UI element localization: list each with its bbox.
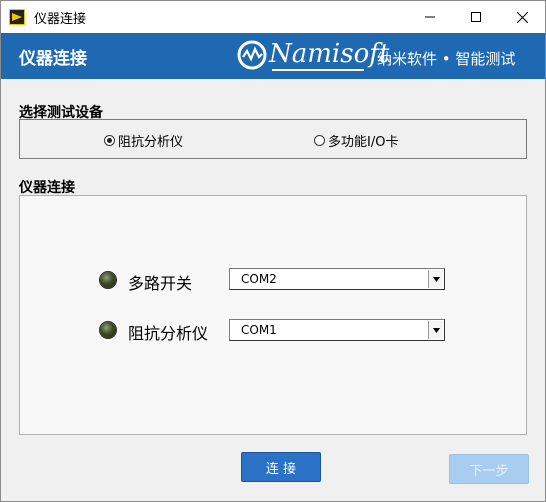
maximize-icon	[471, 12, 481, 22]
namisoft-logo-icon	[237, 40, 267, 70]
analyzer-port-value: COM1	[241, 323, 277, 337]
radio-io-card[interactable]: 多功能I/O卡	[314, 131, 398, 150]
brand-tagline: 纳米软件 • 智能测试	[377, 50, 516, 68]
radio-indicator	[314, 135, 325, 146]
next-button[interactable]: 下一步	[449, 454, 529, 484]
switch-port-select[interactable]: COM2	[229, 268, 445, 290]
minimize-button[interactable]	[407, 1, 453, 33]
labview-app-icon	[9, 9, 25, 25]
connection-label: 仪器连接	[19, 180, 75, 196]
status-led-switch	[100, 272, 116, 288]
status-led-analyzer	[100, 322, 116, 338]
radio-indicator	[104, 135, 115, 146]
device-select-group: 阻抗分析仪 多功能I/O卡	[19, 119, 527, 159]
window-title: 仪器连接	[34, 12, 87, 27]
maximize-button[interactable]	[453, 1, 499, 33]
switch-port-value: COM2	[241, 272, 277, 286]
brand-name: Namisoft	[269, 39, 390, 69]
header-title: 仪器连接	[19, 49, 87, 69]
header-banner: 仪器连接 Namisoft 纳米软件 • 智能测试	[1, 33, 545, 79]
switch-label: 多路开关	[128, 274, 193, 293]
close-icon	[516, 11, 528, 23]
dialog-window: 仪器连接 仪器连接 Namisoft 纳米软件 • 智能测试 选择测试设备 阻抗…	[0, 0, 546, 502]
minimize-icon	[425, 16, 435, 18]
title-bar: 仪器连接	[1, 1, 545, 33]
chevron-down-icon[interactable]	[428, 321, 443, 339]
connection-panel: 多路开关 COM2 阻抗分析仪 COM1	[19, 195, 527, 435]
radio-impedance-analyzer[interactable]: 阻抗分析仪	[104, 131, 183, 150]
radio-label: 多功能I/O卡	[328, 135, 399, 150]
radio-label: 阻抗分析仪	[118, 135, 184, 150]
analyzer-label: 阻抗分析仪	[128, 324, 209, 343]
connect-button[interactable]: 连 接	[241, 452, 321, 482]
chevron-down-icon[interactable]	[428, 270, 443, 288]
analyzer-port-select[interactable]: COM1	[229, 319, 445, 341]
brand-underline	[272, 69, 364, 71]
close-button[interactable]	[499, 1, 545, 33]
